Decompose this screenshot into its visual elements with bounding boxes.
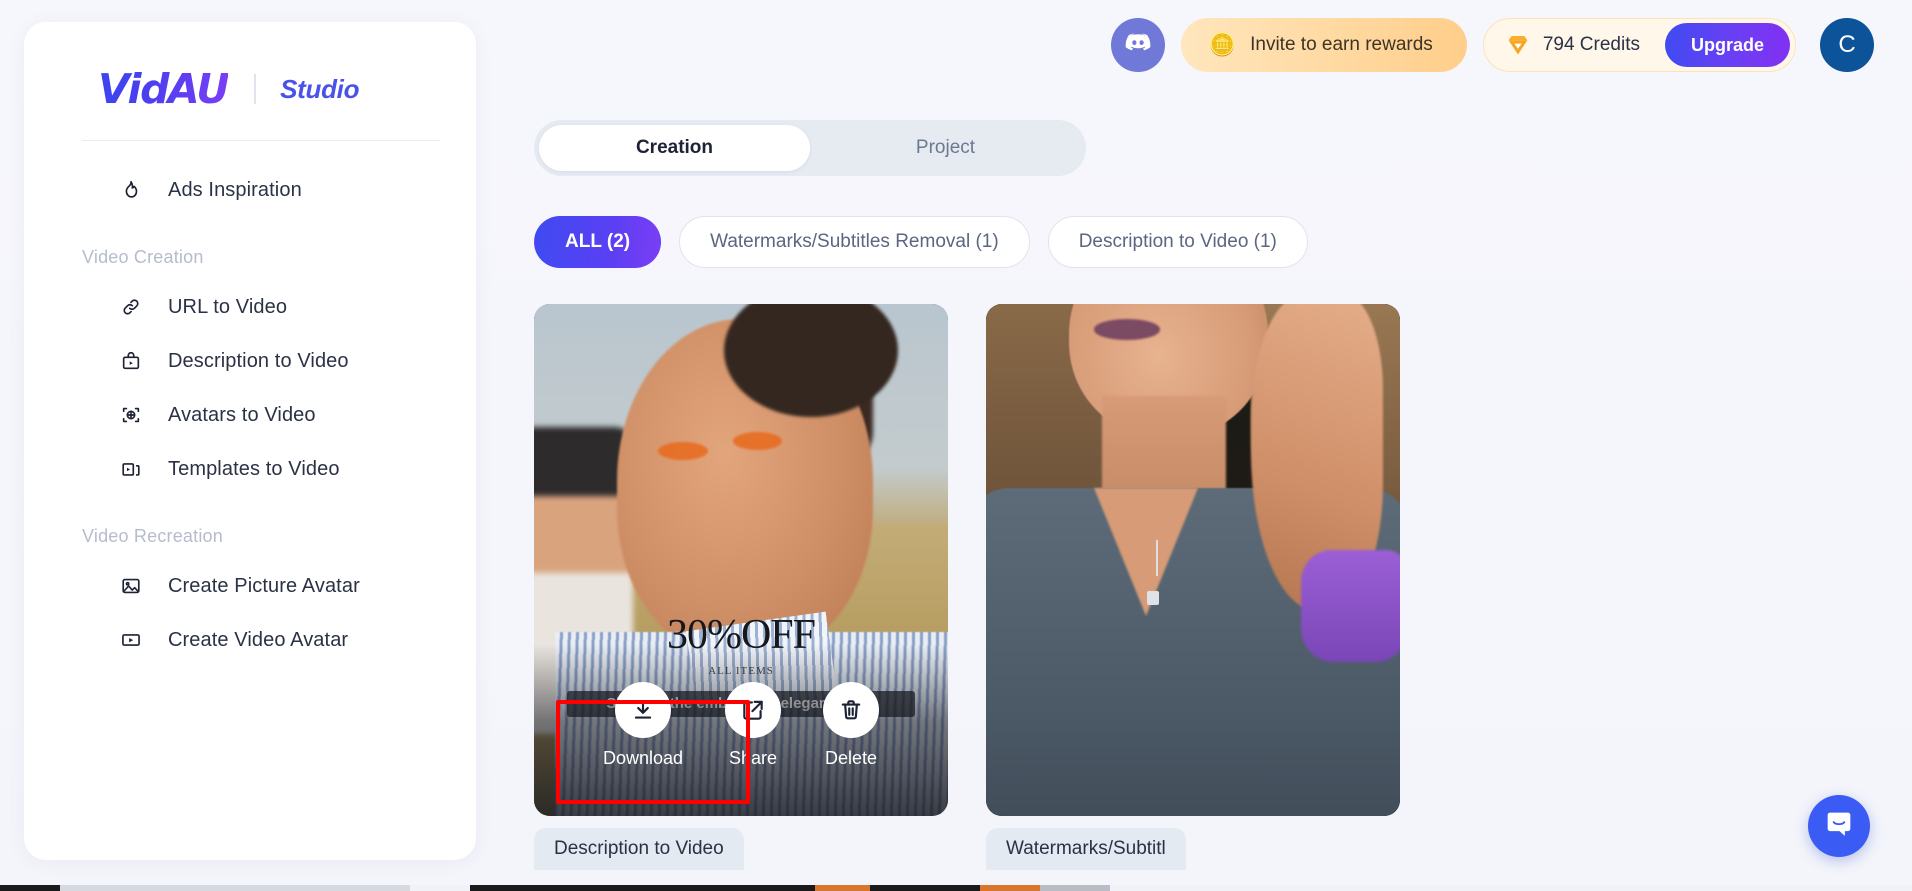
delete-button[interactable]: Delete <box>823 681 880 769</box>
video-thumbnail[interactable]: 30%OFF ALL ITEMS Slip into the embrace o… <box>534 304 948 816</box>
share-label: Share <box>729 747 778 768</box>
tab-bar: Creation Project <box>534 120 1086 176</box>
chat-bubble-icon <box>1823 808 1855 845</box>
os-segment <box>1110 885 1912 891</box>
os-segment <box>1040 885 1110 891</box>
os-segment <box>0 885 60 891</box>
link-icon <box>120 296 142 318</box>
sidebar-item-url-to-video[interactable]: URL to Video <box>24 280 476 334</box>
sidebar-item-label: Create Picture Avatar <box>168 574 360 597</box>
coins-icon: 🪙 <box>1208 32 1237 57</box>
brand[interactable]: VidAU Studio <box>24 22 476 118</box>
tab-creation[interactable]: Creation <box>539 125 810 171</box>
sidebar-group-video-recreation: Video Recreation <box>82 526 223 546</box>
download-button[interactable]: Download <box>602 681 684 769</box>
sidebar-item-label: Create Video Avatar <box>168 628 349 651</box>
upgrade-button[interactable]: Upgrade <box>1664 23 1790 67</box>
bag-play-icon <box>120 350 142 372</box>
filter-chip-watermarks-subtitles-removal[interactable]: Watermarks/Subtitles Removal (1) <box>679 216 1030 268</box>
share-button[interactable]: Share <box>725 681 782 769</box>
download-icon <box>615 681 671 738</box>
sidebar: VidAU Studio Ads Inspiration Video Creat… <box>24 22 476 860</box>
os-segment <box>870 885 980 891</box>
filter-chip-description-to-video[interactable]: Description to Video (1) <box>1047 216 1308 268</box>
trash-icon <box>823 681 880 738</box>
video-thumbnail[interactable] <box>986 304 1400 816</box>
image-icon <box>120 575 142 597</box>
video-icon <box>120 629 142 651</box>
top-header: 🪙 Invite to earn rewards 794 Credits Upg… <box>1110 18 1874 72</box>
thumbnail-lips <box>1093 319 1160 340</box>
share-icon <box>725 681 782 738</box>
thumbnail-sleeve <box>1300 549 1400 663</box>
discord-icon <box>1123 28 1153 63</box>
sidebar-item-label: Templates to Video <box>168 457 340 480</box>
card-footer: Watermarks/Subtitl <box>986 828 1400 870</box>
flame-icon <box>120 179 142 201</box>
templates-icon <box>120 458 142 480</box>
sidebar-item-label: URL to Video <box>168 295 288 318</box>
brand-logo: VidAU <box>98 65 230 113</box>
sidebar-item-create-video-avatar[interactable]: Create Video Avatar <box>24 613 476 667</box>
brand-subtitle: Studio <box>280 73 360 104</box>
download-label: Download <box>602 747 684 768</box>
sidebar-item-ads-inspiration[interactable]: Ads Inspiration <box>24 163 476 217</box>
sidebar-item-create-picture-avatar[interactable]: Create Picture Avatar <box>24 559 476 613</box>
discord-button[interactable] <box>1110 18 1165 72</box>
sidebar-item-label: Avatars to Video <box>168 403 316 426</box>
sidebar-item-avatars-to-video[interactable]: Avatars to Video <box>24 388 476 442</box>
brand-divider <box>254 74 257 104</box>
credits-pill[interactable]: 794 Credits Upgrade <box>1482 18 1796 72</box>
invite-to-earn-rewards-button[interactable]: 🪙 Invite to earn rewards <box>1180 18 1467 72</box>
thumbnail-eyeshadow-right <box>732 432 783 450</box>
filter-chips: ALL (2) Watermarks/Subtitles Removal (1)… <box>534 216 1912 268</box>
sidebar-item-templates-to-video[interactable]: Templates to Video <box>24 442 476 496</box>
avatar[interactable]: C <box>1820 18 1874 72</box>
card-type-tag: Description to Video <box>534 828 744 870</box>
sidebar-item-label: Description to Video <box>168 349 349 372</box>
filter-chip-all[interactable]: ALL (2) <box>534 216 662 268</box>
main-content: Creation Project ALL (2) Watermarks/Subt… <box>534 120 1912 891</box>
invite-label: Invite to earn rewards <box>1250 34 1433 55</box>
sidebar-item-description-to-video[interactable]: Description to Video <box>24 334 476 388</box>
delete-label: Delete <box>825 747 878 768</box>
thumbnail-necklace-chain <box>1155 539 1158 576</box>
creation-grid: 30%OFF ALL ITEMS Slip into the embrace o… <box>534 304 1912 870</box>
sidebar-nav: Ads Inspiration Video Creation URL to Vi… <box>24 141 476 667</box>
credits-amount: 794 Credits <box>1542 34 1640 55</box>
sidebar-group-video-creation: Video Creation <box>82 247 204 267</box>
gem-icon <box>1506 34 1530 56</box>
creation-card[interactable]: 30%OFF ALL ITEMS Slip into the embrace o… <box>534 304 948 870</box>
card-type-tag: Watermarks/Subtitl <box>986 828 1186 870</box>
thumbnail-necklace-pendant <box>1147 590 1160 605</box>
target-avatar-icon <box>120 404 142 426</box>
sidebar-item-label: Ads Inspiration <box>168 178 302 201</box>
thumbnail-eyeshadow-left <box>658 442 708 461</box>
creation-card[interactable]: Watermarks/Subtitl <box>986 304 1400 870</box>
os-segment <box>60 885 410 891</box>
os-segment <box>980 885 1040 891</box>
card-footer: Description to Video <box>534 828 948 870</box>
os-taskbar-strip <box>0 885 1912 891</box>
thumbnail-neckline <box>1093 488 1198 617</box>
os-segment <box>815 885 870 891</box>
card-action-bar: Download Share Delete <box>534 644 948 816</box>
os-segment <box>470 885 815 891</box>
app-root: VidAU Studio Ads Inspiration Video Creat… <box>0 0 1912 891</box>
tab-project[interactable]: Project <box>810 125 1081 171</box>
os-segment <box>410 885 470 891</box>
support-chat-button[interactable] <box>1808 795 1870 857</box>
